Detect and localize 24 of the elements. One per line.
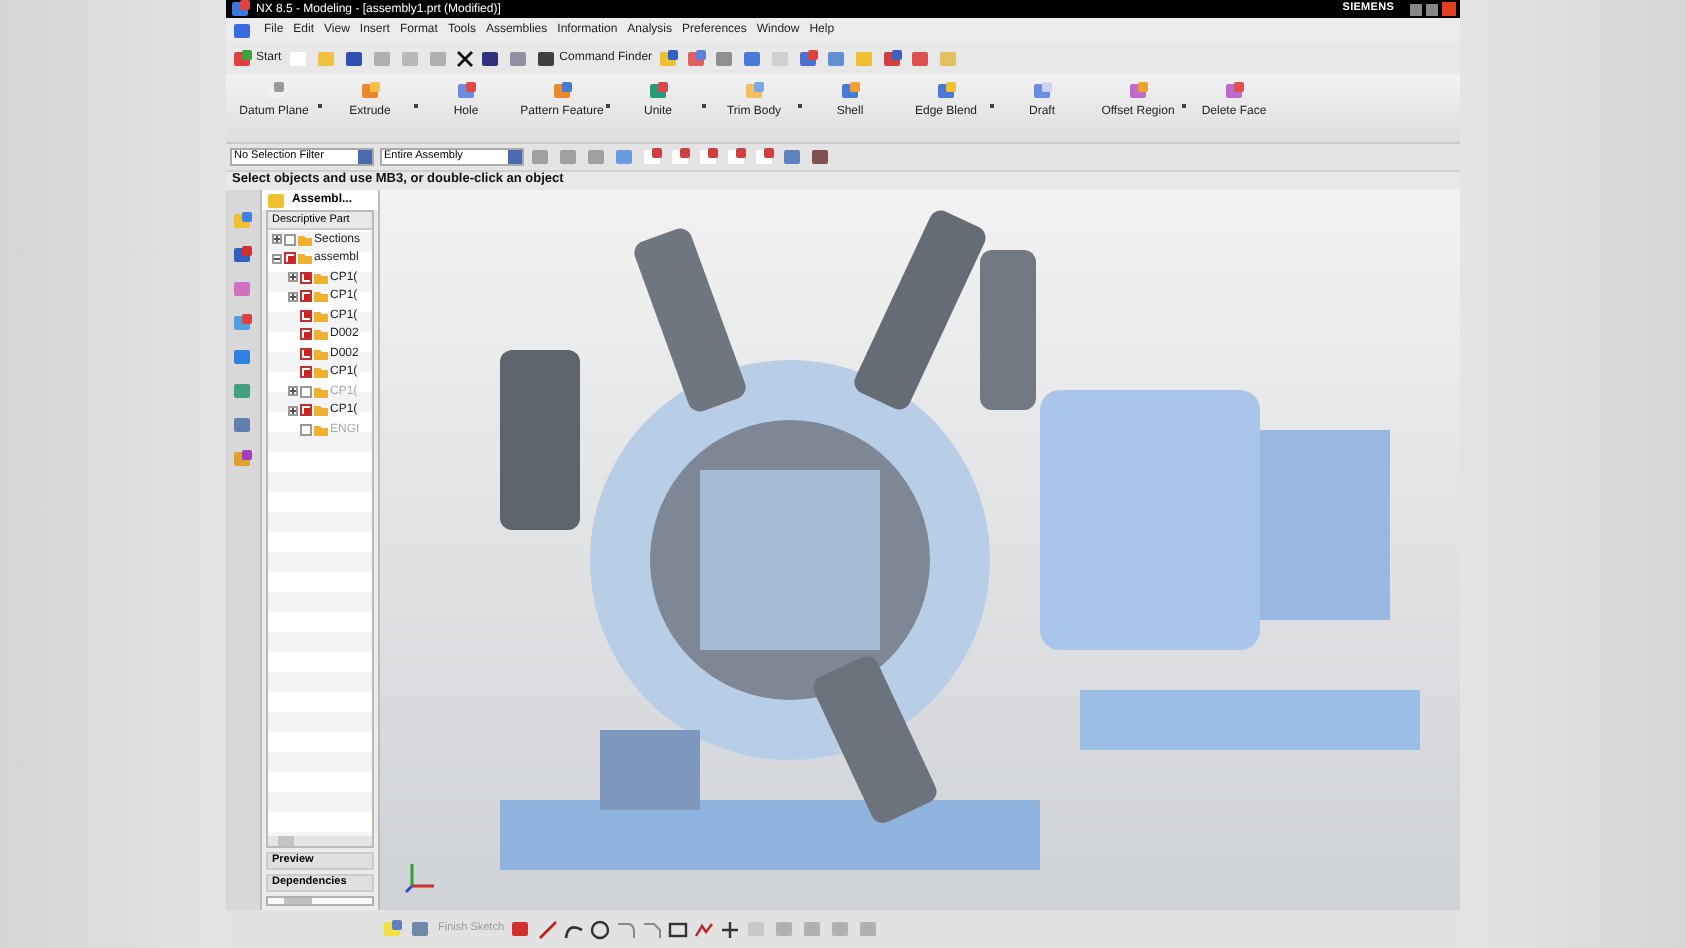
- collapse-icon[interactable]: [272, 253, 282, 264]
- horizontal-scrollbar[interactable]: [268, 836, 372, 846]
- rectangle-icon[interactable]: [668, 919, 689, 939]
- checkbox[interactable]: [300, 328, 312, 341]
- checkbox[interactable]: [300, 271, 312, 284]
- expand-icon[interactable]: [288, 272, 298, 283]
- maximize-button[interactable]: [1426, 3, 1438, 15]
- checkbox[interactable]: [284, 233, 296, 246]
- expand-icon[interactable]: [288, 405, 298, 416]
- checkbox[interactable]: [300, 366, 312, 379]
- point-icon[interactable]: [720, 919, 741, 939]
- axis-triad-icon: [404, 862, 436, 894]
- expand-icon[interactable]: [288, 291, 298, 302]
- checkbox[interactable]: [284, 252, 296, 265]
- checkbox[interactable]: [300, 404, 312, 417]
- horizontal-scrollbar[interactable]: [266, 896, 374, 906]
- line-icon[interactable]: [538, 919, 559, 939]
- expand-icon[interactable]: [272, 234, 282, 245]
- checkbox[interactable]: [300, 290, 312, 303]
- delete-icon[interactable]: [455, 49, 474, 67]
- minimize-button[interactable]: [1410, 3, 1422, 15]
- checkbox[interactable]: [300, 309, 312, 322]
- polyline-icon[interactable]: [694, 919, 715, 939]
- checkbox[interactable]: [300, 347, 312, 360]
